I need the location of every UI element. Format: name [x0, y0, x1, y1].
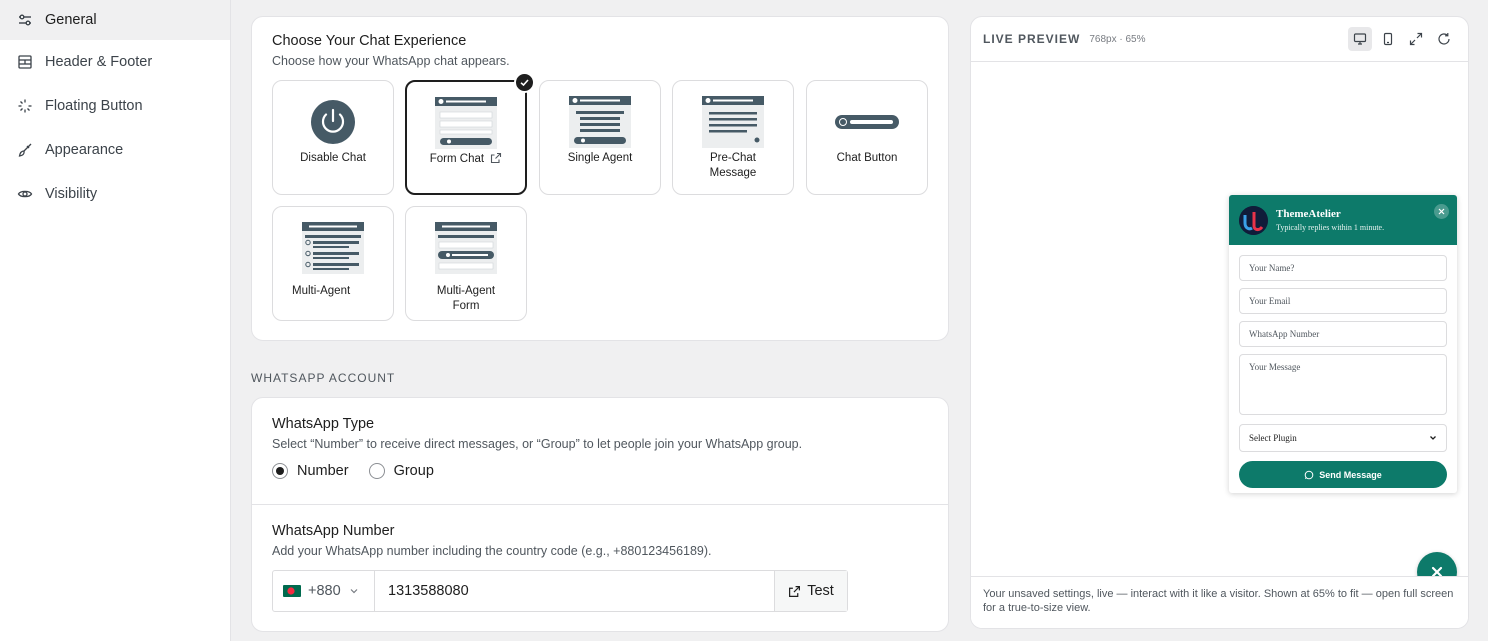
- fullscreen-button[interactable]: [1404, 27, 1428, 51]
- option-form-chat[interactable]: Form Chat: [405, 72, 535, 195]
- radio-group[interactable]: Group: [368, 463, 434, 479]
- close-icon: [1438, 208, 1445, 215]
- chat-button-illustration: [834, 93, 900, 151]
- form-chat-illustration: [434, 94, 498, 152]
- option-label: Pre-Chat Message: [709, 152, 757, 179]
- radio-dot[interactable]: [368, 463, 385, 479]
- layout-icon: [17, 54, 33, 70]
- whatsapp-type-description: Select “Number” to receive direct messag…: [272, 437, 803, 451]
- chevron-down-icon: [349, 586, 359, 596]
- sidebar-item-label: Header & Footer: [45, 54, 153, 70]
- option-label: Chat Button: [836, 152, 898, 164]
- external-link-icon[interactable]: [490, 152, 502, 169]
- chat-experience-title: Choose Your Chat Experience: [272, 33, 467, 49]
- country-code-select[interactable]: +880: [273, 571, 375, 611]
- chat-widget-header: ThemeAtelier Typically replies within 1 …: [1229, 195, 1457, 245]
- sidebar-item-label: Floating Button: [45, 98, 143, 114]
- option-label: Multi-Agent: [292, 285, 351, 297]
- live-preview-panel: LIVE PREVIEW 768px · 65% ThemeAtelier Ty…: [970, 16, 1469, 629]
- external-link-icon: [788, 585, 801, 598]
- plugin-select[interactable]: Select Plugin: [1239, 424, 1447, 452]
- themeatelier-logo: [1239, 205, 1268, 235]
- sidebar-item-general[interactable]: General: [0, 0, 230, 40]
- expand-icon: [1409, 32, 1423, 46]
- refresh-icon: [1437, 32, 1451, 46]
- pre-chat-illustration: [701, 93, 765, 151]
- whatsapp-number-title: WhatsApp Number: [272, 523, 395, 539]
- whatsapp-number-section: WhatsApp Number Add your WhatsApp number…: [252, 505, 948, 630]
- option-single-agent[interactable]: Single Agent: [539, 80, 661, 195]
- preview-toolbar: [1344, 27, 1456, 51]
- single-agent-illustration: [568, 93, 632, 151]
- chat-widget: ThemeAtelier Typically replies within 1 …: [1229, 195, 1457, 493]
- option-label: Multi-Agent Form: [436, 285, 496, 312]
- whatsapp-number-input[interactable]: [375, 571, 774, 611]
- brush-icon: [17, 142, 33, 158]
- option-label: Form Chat: [430, 152, 503, 169]
- chevron-down-icon: [1429, 434, 1437, 442]
- preview-stage: ThemeAtelier Typically replies within 1 …: [971, 62, 1468, 592]
- sidebar-item-label: Appearance: [45, 142, 124, 158]
- whatsapp-account-heading: WHATSAPP ACCOUNT: [251, 371, 396, 385]
- sidebar-item-visibility[interactable]: Visibility: [0, 172, 230, 216]
- agent-name: ThemeAtelier: [1276, 208, 1341, 220]
- send-message-button[interactable]: Send Message: [1239, 461, 1447, 488]
- live-preview-title: LIVE PREVIEW: [983, 32, 1081, 46]
- monitor-icon: [1353, 32, 1367, 46]
- sidebar: General Header & Footer Floating Button …: [0, 0, 231, 641]
- whatsapp-icon: [1304, 470, 1314, 480]
- option-pre-chat-message[interactable]: Pre-Chat Message: [672, 80, 794, 195]
- whatsapp-type-section: WhatsApp Type Select “Number” to receive…: [252, 398, 948, 505]
- mobile-view-button[interactable]: [1376, 27, 1400, 51]
- sidebar-item-appearance[interactable]: Appearance: [0, 128, 230, 172]
- whatsapp-type-radios: Number Group: [272, 463, 928, 479]
- whatsapp-account-card: WhatsApp Type Select “Number” to receive…: [251, 397, 949, 632]
- sidebar-item-label: General: [45, 12, 97, 28]
- widget-close-button[interactable]: [1434, 204, 1449, 219]
- sidebar-item-header-footer[interactable]: Header & Footer: [0, 40, 230, 84]
- test-number-button[interactable]: Test: [774, 571, 847, 611]
- multi-agent-illustration: [301, 219, 365, 277]
- sliders-icon: [17, 12, 33, 28]
- sidebar-item-floating-button[interactable]: Floating Button: [0, 84, 230, 128]
- option-chat-button[interactable]: Chat Button: [806, 80, 928, 195]
- multi-agent-form-illustration: [434, 219, 498, 277]
- chat-experience-description: Choose how your WhatsApp chat appears.: [272, 54, 510, 68]
- eye-icon: [17, 186, 33, 202]
- chat-experience-card: Choose Your Chat Experience Choose how y…: [251, 16, 949, 341]
- radio-dot-selected[interactable]: [272, 463, 288, 479]
- whatsapp-number-description: Add your WhatsApp number including the c…: [272, 544, 712, 558]
- whatsapp-number-field[interactable]: WhatsApp Number: [1239, 321, 1447, 347]
- check-icon: [514, 72, 535, 93]
- phone-input-group: +880 Test: [272, 570, 848, 612]
- chat-widget-form: Your Name? Your Email WhatsApp Number Yo…: [1229, 245, 1457, 488]
- sidebar-item-label: Visibility: [45, 186, 98, 202]
- chat-widget-heading: ThemeAtelier Typically replies within 1 …: [1276, 208, 1384, 232]
- agent-reply-time: Typically replies within 1 minute.: [1276, 223, 1385, 232]
- smartphone-icon: [1381, 32, 1395, 46]
- option-multi-agent[interactable]: Multi-Agent: [272, 206, 394, 321]
- name-input[interactable]: Your Name?: [1239, 255, 1447, 281]
- bangladesh-flag-icon: [283, 585, 301, 597]
- sparkle-icon: [17, 98, 33, 114]
- refresh-button[interactable]: [1432, 27, 1456, 51]
- option-disable-chat[interactable]: Disable Chat: [272, 80, 394, 195]
- option-label: Disable Chat: [300, 152, 366, 164]
- live-preview-footer: Your unsaved settings, live — interact w…: [971, 576, 1468, 628]
- email-input[interactable]: Your Email: [1239, 288, 1447, 314]
- desktop-view-button[interactable]: [1348, 27, 1372, 51]
- live-preview-meta: 768px · 65%: [1089, 33, 1146, 45]
- message-textarea[interactable]: Your Message: [1239, 354, 1447, 415]
- option-multi-agent-form[interactable]: Multi-Agent Form: [405, 206, 527, 321]
- live-preview-header: LIVE PREVIEW 768px · 65%: [971, 17, 1468, 62]
- option-label: Single Agent: [567, 152, 633, 164]
- whatsapp-type-title: WhatsApp Type: [272, 416, 375, 432]
- power-icon: [310, 93, 356, 151]
- radio-number[interactable]: Number: [272, 463, 349, 479]
